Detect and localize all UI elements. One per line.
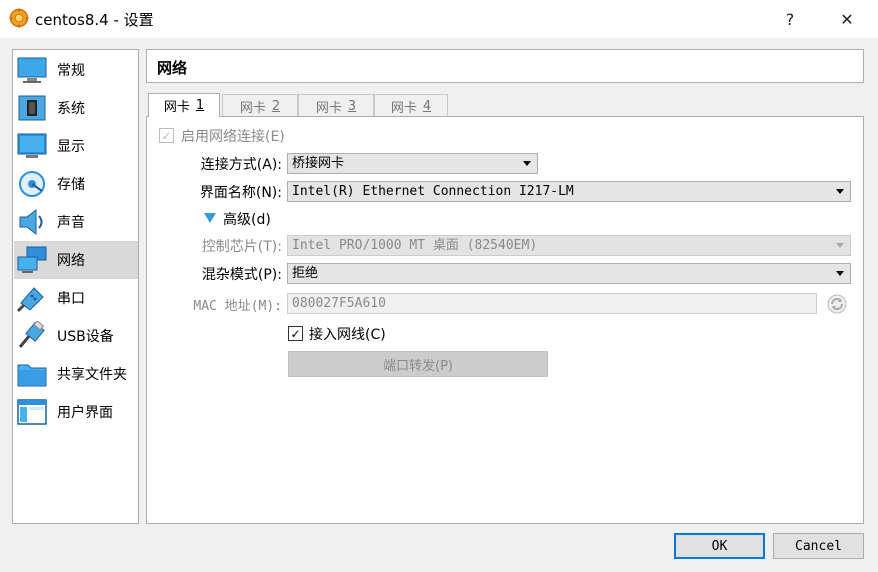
usb-icon [18, 321, 45, 348]
cable-connected-label: 接入网线(C) [309, 327, 386, 343]
chevron-down-icon [836, 271, 844, 276]
sidebar-item-serial-port[interactable]: 串口 [14, 279, 138, 317]
adapter-settings-panel [146, 116, 864, 524]
mac-address-field[interactable]: 080027F5A610 [287, 293, 817, 314]
adapter-name-select[interactable]: Intel(R) Ethernet Connection I217-LM [287, 181, 851, 202]
tab-adapter-4[interactable]: 网卡 4 [374, 94, 448, 117]
chevron-down-icon [523, 161, 531, 166]
mac-address-label: MAC 地址(M): [193, 299, 282, 314]
title-bar: centos8.4 - 设置 ? ✕ [0, 0, 878, 38]
adapter-type-value: Intel PRO/1000 MT 桌面 (82540EM) [292, 238, 538, 253]
sidebar-item-label: 声音 [57, 215, 85, 231]
adapter-name-value: Intel(R) Ethernet Connection I217-LM [292, 184, 574, 199]
sidebar-item-user-interface[interactable]: 用户界面 [14, 393, 138, 431]
promiscuous-mode-value: 拒绝 [292, 266, 319, 281]
promiscuous-mode-select[interactable]: 拒绝 [287, 263, 851, 284]
network-icon [17, 246, 47, 273]
general-icon [17, 57, 47, 83]
shared-folder-icon [17, 364, 47, 387]
tab-label: 网卡 [315, 100, 342, 116]
display-icon [17, 133, 47, 158]
tab-label: 网卡 [390, 100, 417, 116]
enable-adapter-checkbox[interactable]: ✓ [159, 128, 174, 143]
sidebar-item-label: USB设备 [57, 329, 114, 345]
cancel-button[interactable]: Cancel [773, 533, 864, 559]
storage-icon [19, 171, 45, 197]
sidebar-item-audio[interactable]: 声音 [14, 203, 138, 241]
tab-adapter-1[interactable]: 网卡 1 [148, 93, 220, 117]
refresh-mac-icon[interactable] [826, 293, 848, 315]
user-interface-icon [17, 399, 47, 425]
settings-sidebar: 常规 系统 显示 存储 声音 网络 串口 USB设备 共享文件夹 用户界面 [12, 49, 139, 524]
tab-label: 网卡 [163, 100, 190, 115]
cable-connected-checkbox[interactable]: ✓ [288, 326, 303, 341]
tab-label: 网卡 [239, 100, 266, 116]
tab-number: 3 [347, 98, 357, 114]
sidebar-item-usb[interactable]: USB设备 [14, 317, 138, 355]
sidebar-item-label: 显示 [57, 139, 85, 155]
virtualbox-gear-icon [9, 8, 29, 28]
expand-triangle-icon[interactable] [204, 213, 216, 223]
tab-number: 1 [195, 98, 205, 113]
sidebar-item-network[interactable]: 网络 [14, 241, 138, 279]
section-header: 网络 [146, 49, 864, 83]
chevron-down-icon [836, 243, 844, 248]
system-icon [18, 95, 46, 121]
page-title: 网络 [157, 59, 188, 77]
sidebar-item-label: 常规 [57, 63, 85, 79]
help-button[interactable]: ? [767, 0, 813, 38]
tab-number: 2 [271, 98, 281, 114]
adapter-name-label: 界面名称(N): [199, 185, 282, 201]
chevron-down-icon [836, 189, 844, 194]
serial-port-icon [16, 287, 44, 313]
advanced-toggle[interactable]: 高级(d) [223, 209, 271, 229]
audio-icon [19, 208, 43, 236]
attached-to-label: 连接方式(A): [200, 157, 282, 173]
sidebar-item-label: 网络 [57, 253, 85, 269]
adapter-type-label: 控制芯片(T): [201, 239, 282, 255]
sidebar-item-shared-folders[interactable]: 共享文件夹 [14, 355, 138, 393]
attached-to-select[interactable]: 桥接网卡 [287, 153, 538, 174]
sidebar-item-system[interactable]: 系统 [14, 89, 138, 127]
tab-number: 4 [422, 98, 432, 114]
window-title: centos8.4 - 设置 [35, 11, 154, 29]
close-button[interactable]: ✕ [824, 0, 870, 38]
enable-adapter-label: 启用网络连接(E) [181, 129, 285, 145]
adapter-type-select[interactable]: Intel PRO/1000 MT 桌面 (82540EM) [287, 235, 851, 256]
tab-adapter-2[interactable]: 网卡 2 [222, 94, 298, 117]
sidebar-item-label: 存储 [57, 177, 85, 193]
sidebar-item-label: 系统 [57, 101, 85, 117]
tab-adapter-3[interactable]: 网卡 3 [298, 94, 374, 117]
sidebar-item-label: 串口 [57, 291, 85, 307]
port-forwarding-button[interactable]: 端口转发(P) [288, 351, 548, 377]
promiscuous-mode-label: 混杂模式(P): [201, 267, 282, 283]
sidebar-item-storage[interactable]: 存储 [14, 165, 138, 203]
ok-button[interactable]: OK [674, 533, 765, 559]
sidebar-item-label: 共享文件夹 [57, 367, 127, 383]
sidebar-item-general[interactable]: 常规 [14, 51, 138, 89]
sidebar-item-label: 用户界面 [57, 405, 113, 421]
sidebar-item-display[interactable]: 显示 [14, 127, 138, 165]
attached-to-value: 桥接网卡 [292, 156, 345, 171]
